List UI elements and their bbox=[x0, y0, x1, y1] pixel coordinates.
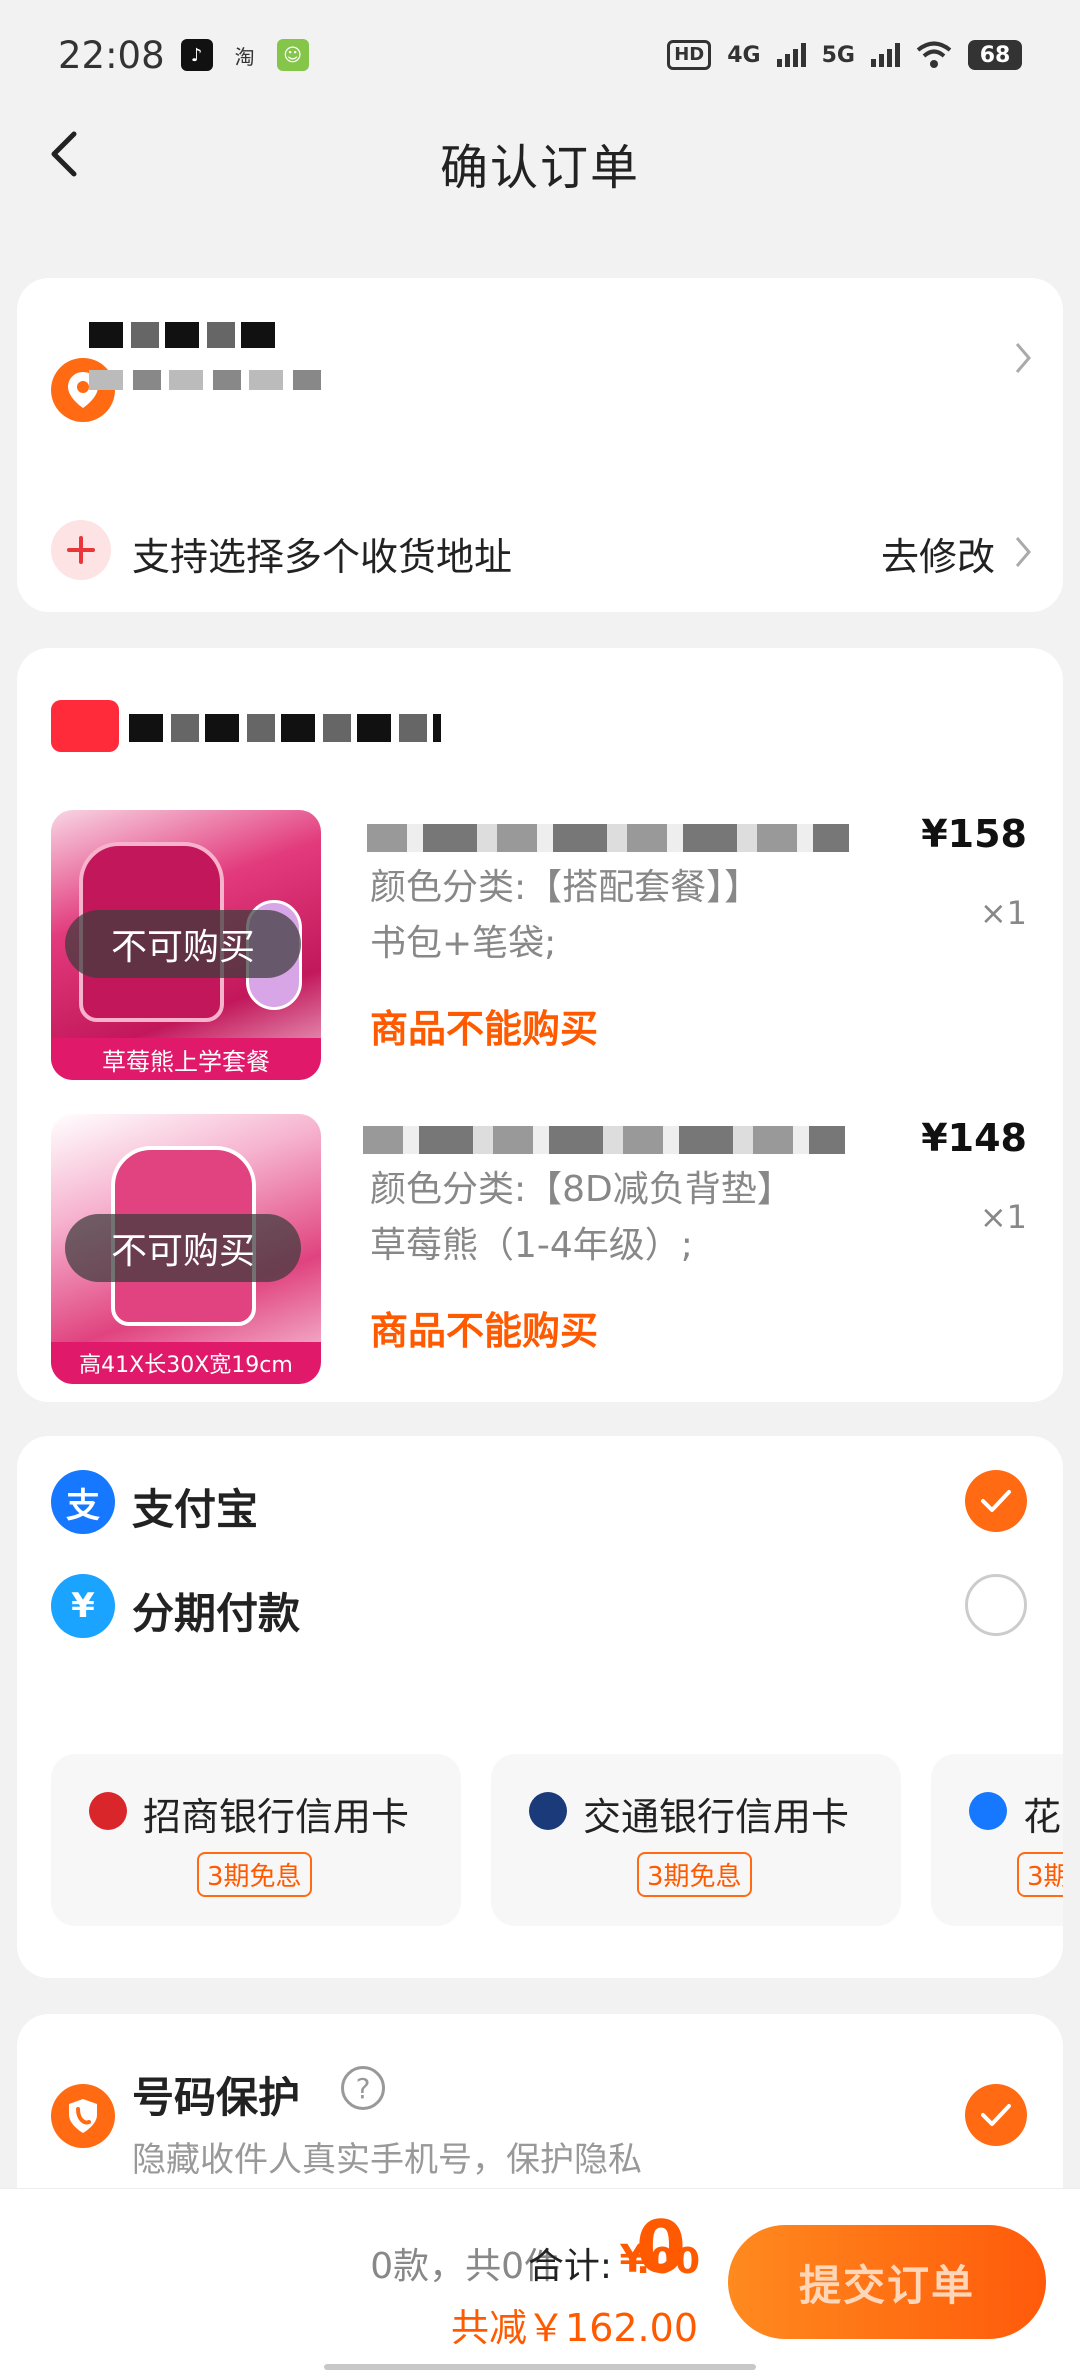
signal-4g-icon bbox=[776, 43, 806, 67]
wifi-icon bbox=[916, 41, 952, 68]
taobao-icon: 淘 bbox=[234, 44, 255, 69]
huabei-icon bbox=[969, 1792, 1007, 1830]
product-image[interactable]: 不可购买 高41X长30X宽19cm bbox=[51, 1114, 321, 1384]
installment-option-bocom[interactable]: 交通银行信用卡 3期免息 bbox=[491, 1754, 901, 1926]
chevron-right-icon[interactable] bbox=[1009, 338, 1037, 378]
product-quantity: ×1 bbox=[979, 894, 1027, 932]
installment-option-cmb[interactable]: 招商银行信用卡 3期免息 bbox=[51, 1754, 461, 1926]
privacy-description: 隐藏收件人真实手机号，保护隐私 bbox=[132, 2140, 642, 2180]
installment-label[interactable]: 分期付款 bbox=[132, 1580, 300, 1641]
multi-address-label[interactable]: 支持选择多个收货地址 bbox=[132, 526, 512, 581]
help-icon[interactable]: ? bbox=[341, 2066, 385, 2110]
product-row[interactable]: 不可购买 高41X长30X宽19cm ¥148 ×1 颜色分类:【8D减负背垫】… bbox=[17, 1114, 1063, 1384]
bottom-bar: 0款，共0件 合计: ¥ 0 .00 共减￥162.00 提交订单 bbox=[0, 2188, 1080, 2376]
installment-option-huabei[interactable]: 花 3期 bbox=[931, 1754, 1063, 1926]
hd-icon: HD bbox=[667, 40, 712, 70]
product-price: ¥158 bbox=[921, 812, 1027, 856]
add-address-icon[interactable] bbox=[51, 520, 111, 580]
total-decimal: .00 bbox=[636, 2241, 700, 2282]
bank-name: 花 bbox=[1023, 1795, 1062, 1839]
payment-card: 支 支付宝 ¥ 分期付款 招商银行信用卡 3期免息 交通银行信用卡 3期免息 花… bbox=[17, 1436, 1063, 1978]
status-bar: 22:08 ♪ 淘 ☺ HD 4G 5G 68 bbox=[0, 0, 1080, 110]
product-quantity: ×1 bbox=[979, 1198, 1027, 1236]
privacy-card: 号码保护 ? 隐藏收件人真实手机号，保护隐私 bbox=[17, 2014, 1063, 2194]
privacy-title: 号码保护 bbox=[132, 2073, 301, 2122]
nav-bar: 确认订单 bbox=[0, 110, 1080, 198]
alipay-icon: 支 bbox=[51, 1470, 115, 1534]
product-row[interactable]: 不可购买 草莓熊上学套餐 ¥158 ×1 颜色分类:【搭配套餐】】 书包+笔袋;… bbox=[17, 810, 1063, 1080]
status-time: 22:08 bbox=[58, 33, 165, 77]
privacy-selected-check[interactable] bbox=[965, 2084, 1027, 2146]
interest-free-badge: 3期 bbox=[1017, 1852, 1063, 1897]
installment-options: 招商银行信用卡 3期免息 交通银行信用卡 3期免息 花 3期 bbox=[51, 1754, 1063, 1926]
redacted-recipient-name bbox=[89, 322, 279, 348]
product-price: ¥148 bbox=[921, 1116, 1027, 1160]
home-indicator[interactable] bbox=[324, 2364, 756, 2370]
unavailable-overlay: 不可购买 bbox=[65, 910, 301, 978]
signal-5g-label: 5G bbox=[821, 42, 855, 68]
installment-icon: ¥ bbox=[51, 1574, 115, 1638]
signal-4g-label: 4G bbox=[727, 42, 761, 68]
tiktok-icon: ♪ bbox=[180, 39, 213, 71]
page-title: 确认订单 bbox=[439, 140, 640, 196]
product-spec-line-2: 书包+笔袋; bbox=[370, 923, 557, 964]
bocom-bank-icon bbox=[529, 1792, 567, 1830]
redacted-product-title bbox=[367, 824, 849, 852]
product-spec-line-2: 草莓熊（1-4年级）; bbox=[370, 1225, 693, 1266]
product-image[interactable]: 不可购买 草莓熊上学套餐 bbox=[51, 810, 321, 1080]
bank-name: 交通银行信用卡 bbox=[583, 1795, 850, 1839]
alipay-label[interactable]: 支付宝 bbox=[132, 1476, 258, 1537]
product-status: 商品不能购买 bbox=[370, 1309, 599, 1353]
image-banner: 高41X长30X宽19cm bbox=[51, 1342, 321, 1384]
redacted-address-line bbox=[89, 370, 321, 390]
cmb-bank-icon bbox=[89, 1792, 127, 1830]
products-card: 不可购买 草莓熊上学套餐 ¥158 ×1 颜色分类:【搭配套餐】】 书包+笔袋;… bbox=[17, 648, 1063, 1402]
product-spec-line-1: 颜色分类:【搭配套餐】】 bbox=[370, 867, 761, 908]
redacted-shop-name bbox=[129, 714, 441, 742]
face-app-icon: ☺ bbox=[276, 39, 309, 71]
unavailable-overlay: 不可购买 bbox=[65, 1214, 301, 1282]
installment-radio[interactable] bbox=[965, 1574, 1027, 1636]
chevron-right-icon[interactable] bbox=[1009, 532, 1037, 572]
redacted-product-title bbox=[363, 1126, 845, 1154]
phone-shield-icon bbox=[51, 2084, 115, 2148]
battery-indicator: 68 bbox=[968, 40, 1022, 70]
alipay-selected-check[interactable] bbox=[965, 1470, 1027, 1532]
discount-amount: 共减￥162.00 bbox=[451, 2306, 698, 2350]
interest-free-badge: 3期免息 bbox=[637, 1852, 752, 1897]
product-status: 商品不能购买 bbox=[370, 1007, 599, 1051]
address-card[interactable]: 支持选择多个收货地址 去修改 bbox=[17, 278, 1063, 612]
product-spec-line-1: 颜色分类:【8D减负背垫】 bbox=[370, 1169, 793, 1210]
total-label: 合计: bbox=[527, 2246, 612, 2287]
status-left: 22:08 ♪ 淘 ☺ bbox=[58, 34, 309, 77]
modify-address-link[interactable]: 去修改 bbox=[881, 526, 995, 581]
bank-name: 招商银行信用卡 bbox=[143, 1795, 410, 1839]
shop-logo-icon bbox=[51, 700, 119, 752]
location-pin-icon bbox=[51, 358, 115, 422]
submit-order-button[interactable]: 提交订单 bbox=[728, 2225, 1046, 2339]
status-right: HD 4G 5G 68 bbox=[667, 40, 1022, 70]
image-banner: 草莓熊上学套餐 bbox=[51, 1038, 321, 1080]
interest-free-badge: 3期免息 bbox=[197, 1852, 312, 1897]
signal-5g-icon bbox=[871, 43, 900, 67]
